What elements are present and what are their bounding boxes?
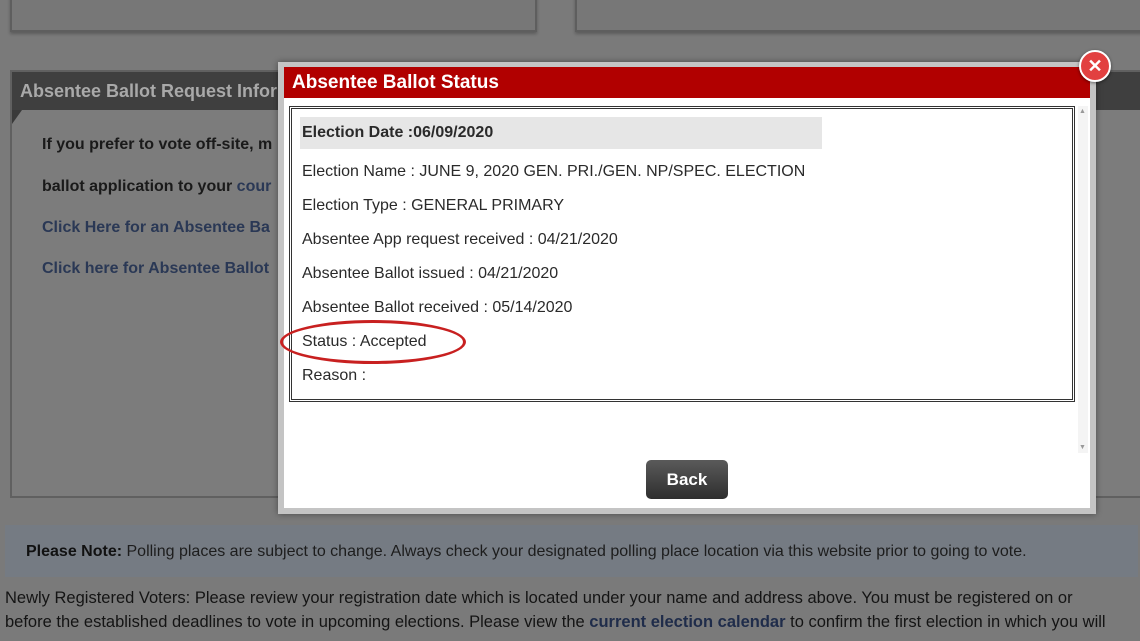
reason-row: Reason :: [302, 367, 367, 384]
note-text: Please Note: Polling places are subject …: [26, 543, 1027, 560]
election-date-row: Election Date :06/09/2020: [300, 117, 822, 149]
panel-line-2: ballot application to your cour: [42, 178, 272, 195]
panel-line-1: If you prefer to vote off-site, m: [42, 136, 273, 153]
dialog-header: Absentee Ballot Status: [284, 67, 1090, 98]
registration-paragraph-line-1: Newly Registered Voters: Please review y…: [5, 589, 1073, 607]
registration-paragraph-line-2: before the established deadlines to vote…: [5, 613, 1106, 631]
ballot-received-row: Absentee Ballot received : 05/14/2020: [302, 299, 573, 316]
top-card-right: [575, 0, 1140, 32]
note-bar: Please Note: Polling places are subject …: [5, 525, 1138, 577]
top-card-left: [10, 0, 537, 32]
absentee-ballot-link[interactable]: Click here for Absentee Ballot: [42, 260, 269, 278]
close-icon[interactable]: ✕: [1079, 50, 1111, 82]
election-calendar-link[interactable]: current election calendar: [589, 613, 785, 631]
app-request-received-row: Absentee App request received : 04/21/20…: [302, 231, 618, 248]
dialog-scrollbar[interactable]: ▲ ▼: [1078, 106, 1088, 453]
status-details-box: Election Date :06/09/2020 Election Name …: [289, 106, 1075, 402]
ballot-issued-row: Absentee Ballot issued : 04/21/2020: [302, 265, 559, 282]
note-label: Please Note:: [26, 543, 123, 560]
dialog-title: Absentee Ballot Status: [292, 72, 499, 93]
absentee-ballot-status-dialog: Absentee Ballot Status Election Date :06…: [278, 62, 1096, 514]
status-row: Status : Accepted: [302, 333, 427, 350]
back-button[interactable]: Back: [646, 460, 728, 499]
county-link[interactable]: cour: [237, 178, 272, 195]
panel-title: Absentee Ballot Request Infor: [20, 81, 278, 101]
scroll-down-arrow-icon[interactable]: ▼: [1079, 444, 1086, 451]
election-name-row: Election Name : JUNE 9, 2020 GEN. PRI./G…: [302, 163, 806, 180]
absentee-application-link[interactable]: Click Here for an Absentee Ba: [42, 219, 270, 237]
election-type-row: Election Type : GENERAL PRIMARY: [302, 197, 565, 214]
dialog-body: Election Date :06/09/2020 Election Name …: [284, 98, 1090, 508]
panel-header-notch: [12, 110, 22, 124]
scroll-up-arrow-icon[interactable]: ▲: [1079, 108, 1086, 115]
